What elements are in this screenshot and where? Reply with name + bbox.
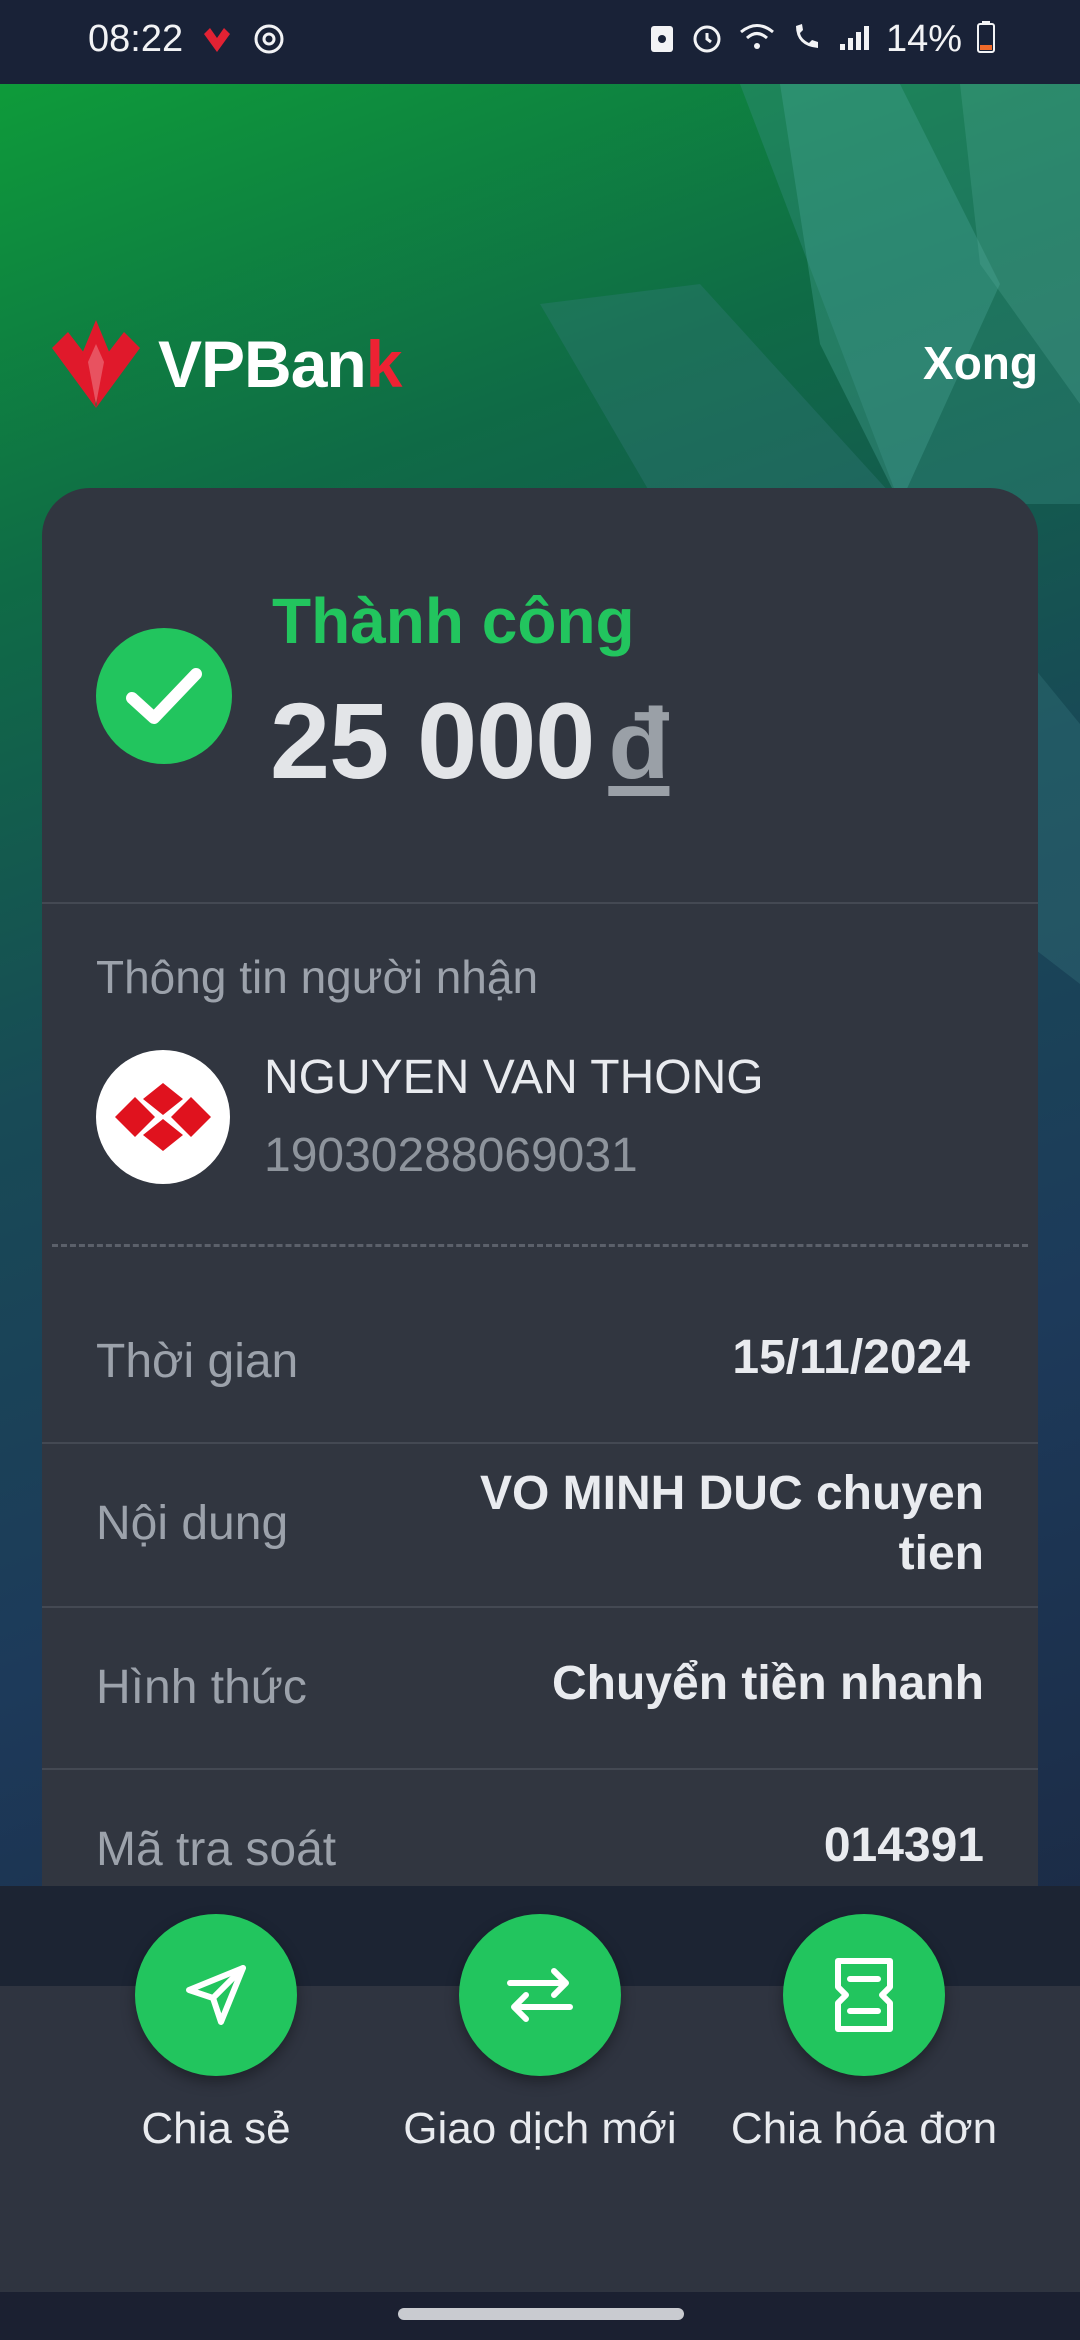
recipient-name: NGUYEN VAN THONG [264,1051,764,1104]
send-icon [186,1965,246,2025]
sync-icon [252,22,286,61]
new-transaction-action[interactable]: Giao dịch mới [390,1914,690,2154]
success-check-icon [96,628,232,764]
secure-folder-icon [648,20,676,59]
split-bill-label: Chia hóa đơn [730,2104,998,2153]
new-transaction-button[interactable] [459,1914,621,2076]
split-bill-action[interactable]: Chia hóa đơn [714,1914,1014,2154]
trace-code-label: Mã tra soát [96,1823,337,1876]
wifi-icon [738,22,776,57]
alarm-icon [690,20,724,59]
wifi-call-icon [790,20,824,59]
new-transaction-label: Giao dịch mới [403,2104,677,2153]
vpbank-logo-icon [52,320,140,408]
time-label: Thời gian [96,1335,299,1388]
method-value: Chuyển tiền nhanh [552,1657,984,1710]
share-button[interactable] [135,1914,297,2076]
vpbank-logo: VPBank [44,318,402,410]
divider [42,1768,1038,1770]
status-right-icons: 14% [648,18,996,61]
time-value: 15/11/2024 [732,1331,970,1384]
signal-icon [838,22,872,57]
done-button[interactable]: Xong [923,336,1038,390]
bill-icon [835,1958,893,2032]
transaction-receipt-card: Thành công 25 000 đ Thông tin người nhận… [42,488,1038,1886]
share-action[interactable]: Chia sẻ [66,1914,366,2154]
vpbank-notification-icon [200,24,234,59]
recipient-bank-logo [96,1050,230,1184]
status-bar: 08:22 14% [0,0,1080,84]
system-navigation-bar [0,2292,1080,2340]
content-label: Nội dung [96,1497,289,1550]
transaction-status: Thành công [272,585,635,657]
transfer-arrows-icon [507,1968,573,2022]
divider [42,1606,1038,1608]
currency-symbol: đ [608,688,670,800]
transaction-amount: 25 000 đ [270,678,669,803]
trace-code-value: 014391 [823,1819,984,1872]
method-label: Hình thức [96,1661,307,1714]
content-value: VO MINH DUC chuyen tien [479,1467,984,1580]
status-time: 08:22 [88,18,184,60]
amount-value: 25 000 [270,680,595,801]
recipient-account-number: 19030288069031 [264,1129,638,1182]
divider [42,1442,1038,1444]
recipient-section-label: Thông tin người nhận [96,951,539,1003]
dashed-divider [52,1244,1028,1247]
battery-percent: 14% [885,18,962,60]
divider [42,902,1038,904]
battery-icon [976,20,996,59]
split-bill-button[interactable] [783,1914,945,2076]
status-left-icons [200,22,286,61]
brand-name: VPBank [158,327,402,401]
share-label: Chia sẻ [141,2104,291,2153]
home-indicator[interactable] [398,2308,684,2320]
